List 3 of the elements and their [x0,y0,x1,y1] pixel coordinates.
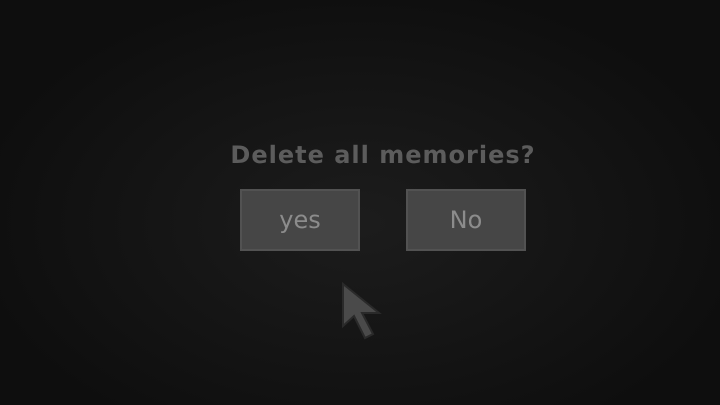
dialog-button[interactable]: yes [240,189,360,251]
dialog-button[interactable]: No [406,189,526,251]
dialog-message: Delete all memories? [230,141,536,169]
